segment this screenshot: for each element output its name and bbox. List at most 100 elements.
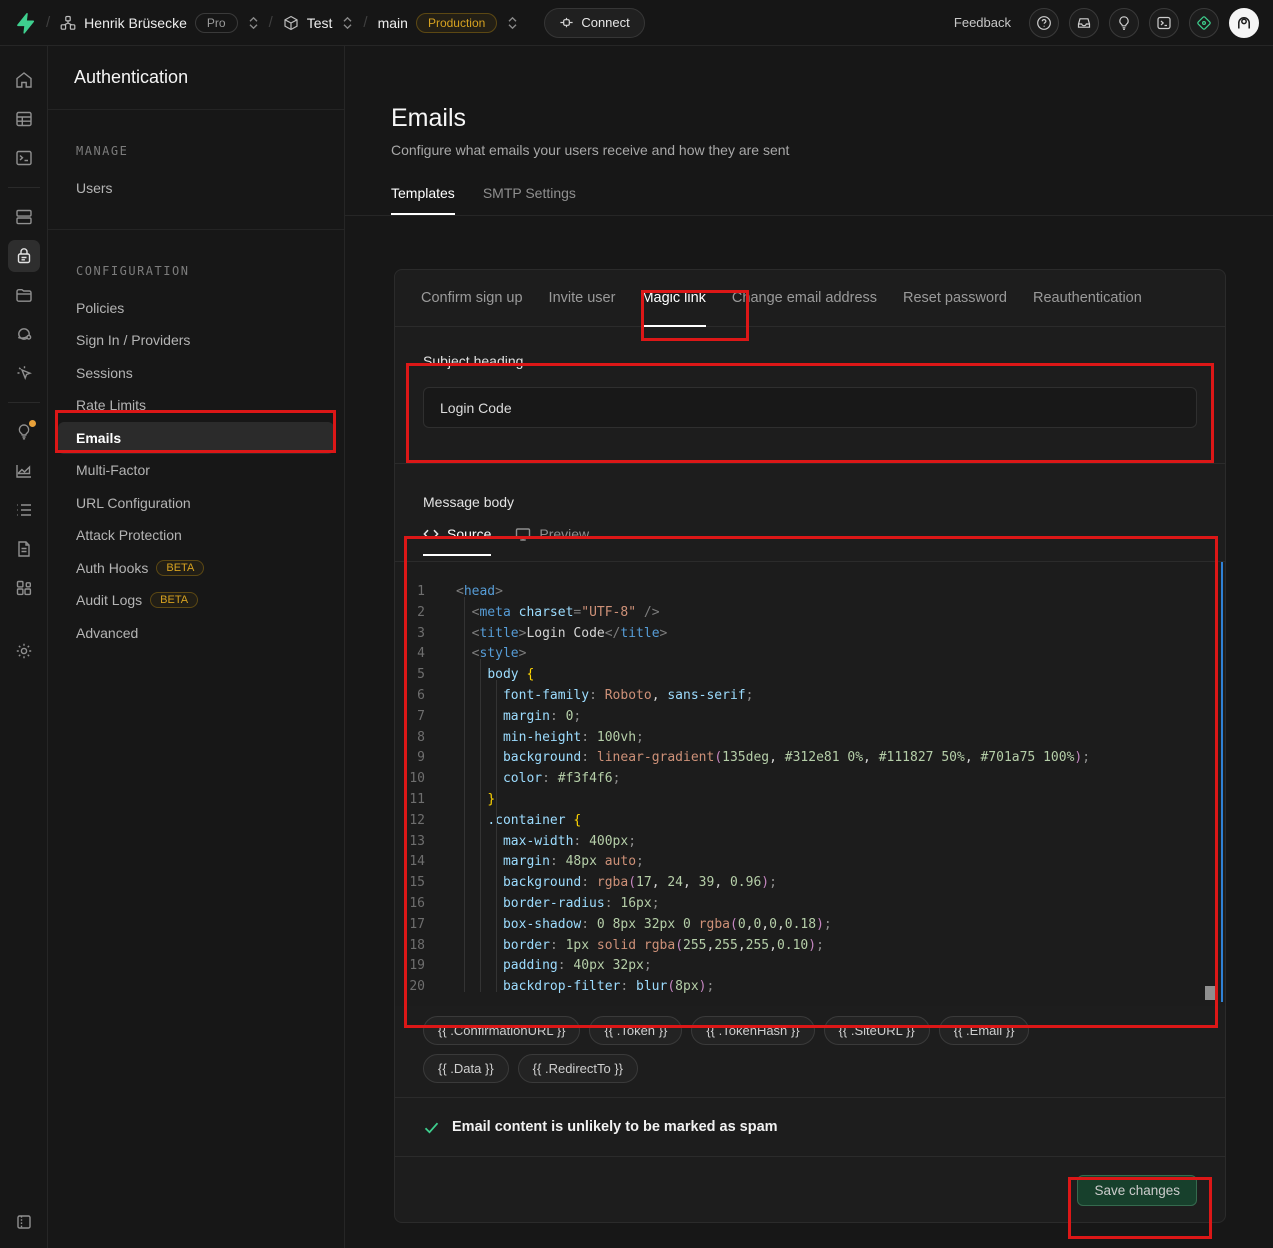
inbox-button[interactable]: [1069, 8, 1099, 38]
user-avatar[interactable]: [1229, 8, 1259, 38]
sidebar-item-advanced[interactable]: Advanced: [58, 617, 334, 650]
branch-switcher[interactable]: main Production: [378, 13, 519, 33]
sidebar-item-sessions[interactable]: Sessions: [58, 357, 334, 390]
connect-button[interactable]: Connect: [544, 8, 644, 38]
code-text: box-shadow: 0 8px 32px 0 rgba(0,0,0,0.18…: [439, 915, 832, 936]
code-line: 12 .container {: [395, 811, 1225, 832]
sidebar-item-policies[interactable]: Policies: [58, 292, 334, 325]
feedback-link[interactable]: Feedback: [954, 15, 1011, 30]
check-icon: [423, 1119, 440, 1136]
configuration-section-label: CONFIGURATION: [48, 264, 344, 278]
subject-heading-input[interactable]: [423, 387, 1197, 428]
database-icon[interactable]: [8, 201, 40, 233]
logs-icon[interactable]: [8, 494, 40, 526]
template-variable-chip[interactable]: {{ .RedirectTo }}: [518, 1054, 638, 1083]
storage-icon[interactable]: [8, 279, 40, 311]
tab-preview[interactable]: Preview: [515, 526, 589, 556]
edge-functions-icon[interactable]: [8, 318, 40, 350]
project-switcher[interactable]: Test: [283, 15, 354, 31]
line-number: 19: [395, 956, 439, 977]
code-line: 7 margin: 0;: [395, 707, 1225, 728]
realtime-icon[interactable]: [8, 357, 40, 389]
template-variable-chip[interactable]: {{ .SiteURL }}: [824, 1016, 930, 1045]
sidebar-item-auth-hooks[interactable]: Auth HooksBETA: [58, 552, 334, 585]
reports-icon[interactable]: [8, 455, 40, 487]
plug-icon: [559, 15, 574, 30]
supabase-logo-icon[interactable]: [14, 12, 36, 34]
code-line: 3 <title>Login Code</title>: [395, 624, 1225, 645]
sql-editor-icon[interactable]: [8, 142, 40, 174]
breadcrumb-separator: /: [46, 14, 50, 31]
subject-section: Subject heading: [395, 327, 1225, 464]
save-changes-button[interactable]: Save changes: [1077, 1175, 1197, 1206]
template-tab-change-email-address[interactable]: Change email address: [732, 271, 877, 327]
code-text: margin: 0;: [439, 707, 581, 728]
collapse-sidebar-icon[interactable]: [8, 1206, 40, 1238]
template-variable-chip[interactable]: {{ .Email }}: [939, 1016, 1030, 1045]
template-variable-chip[interactable]: {{ .ConfirmationURL }}: [423, 1016, 580, 1045]
advisors-icon[interactable]: [8, 416, 40, 448]
authentication-icon[interactable]: [8, 240, 40, 272]
template-tab-reset-password[interactable]: Reset password: [903, 271, 1007, 327]
integrations-icon[interactable]: [8, 572, 40, 604]
main-content: Emails Configure what emails your users …: [345, 46, 1273, 1248]
source-label: Source: [447, 526, 491, 542]
tab-templates[interactable]: Templates: [391, 185, 455, 215]
plan-badge: Pro: [195, 13, 238, 33]
sidebar-item-attack-protection[interactable]: Attack Protection: [58, 519, 334, 552]
line-number: 10: [395, 769, 439, 790]
merge-request-button[interactable]: [1189, 8, 1219, 38]
sidebar-item-url-configuration[interactable]: URL Configuration: [58, 487, 334, 520]
configuration-section: CONFIGURATION PoliciesSign In / Provider…: [48, 230, 344, 674]
template-tab-magic-link[interactable]: Magic link: [641, 271, 705, 327]
monitor-icon: [515, 527, 531, 542]
org-switcher[interactable]: Henrik Brüsecke Pro: [60, 13, 258, 33]
sidenav-title: Authentication: [48, 46, 344, 110]
top-bar: / Henrik Brüsecke Pro / Test / main Prod…: [0, 0, 1273, 46]
table-editor-icon[interactable]: [8, 103, 40, 135]
line-number: 1: [395, 582, 439, 603]
tab-smtp-settings[interactable]: SMTP Settings: [483, 185, 576, 215]
icon-rail: [0, 46, 48, 1248]
template-variable-chip[interactable]: {{ .TokenHash }}: [691, 1016, 814, 1045]
code-text: border-radius: 16px;: [439, 894, 660, 915]
editor-scrollbar-thumb[interactable]: [1205, 986, 1218, 1000]
code-line: 6 font-family: Roboto, sans-serif;: [395, 686, 1225, 707]
card-footer: Save changes: [395, 1157, 1225, 1223]
code-text: <title>Login Code</title>: [439, 624, 667, 645]
rail-divider: [8, 187, 40, 188]
code-line: 20 backdrop-filter: blur(8px);: [395, 977, 1225, 998]
help-button[interactable]: [1029, 8, 1059, 38]
code-text: max-width: 400px;: [439, 832, 636, 853]
code-line: 11 }: [395, 790, 1225, 811]
sidebar-item-sign-in-providers[interactable]: Sign In / Providers: [58, 324, 334, 357]
code-editor[interactable]: 1<head>2 <meta charset="UTF-8" />3 <titl…: [395, 562, 1225, 1006]
emails-tabs: Templates SMTP Settings: [345, 185, 1273, 216]
settings-icon[interactable]: [8, 635, 40, 667]
spam-check-text: Email content is unlikely to be marked a…: [452, 1119, 778, 1135]
line-number: 6: [395, 686, 439, 707]
home-icon[interactable]: [8, 64, 40, 96]
api-docs-icon[interactable]: [8, 533, 40, 565]
spam-check-row: Email content is unlikely to be marked a…: [395, 1098, 1225, 1157]
template-tab-reauthentication[interactable]: Reauthentication: [1033, 271, 1142, 327]
organization-icon: [60, 15, 76, 31]
hints-button[interactable]: [1109, 8, 1139, 38]
sidebar-item-audit-logs[interactable]: Audit LogsBETA: [58, 584, 334, 617]
template-variables: {{ .ConfirmationURL }} {{ .Token }} {{ .To…: [395, 1006, 1225, 1098]
nav-item-label: Advanced: [76, 625, 138, 641]
tab-source[interactable]: Source: [423, 526, 491, 556]
nav-item-label: Audit Logs: [76, 592, 142, 608]
terminal-button[interactable]: [1149, 8, 1179, 38]
sidebar-item-users[interactable]: Users: [58, 172, 334, 205]
sidebar-item-multi-factor[interactable]: Multi-Factor: [58, 454, 334, 487]
code-line: 2 <meta charset="UTF-8" />: [395, 603, 1225, 624]
line-number: 11: [395, 790, 439, 811]
template-tab-confirm-sign-up[interactable]: Confirm sign up: [421, 271, 523, 327]
template-tab-invite-user[interactable]: Invite user: [549, 271, 616, 327]
template-variable-chip[interactable]: {{ .Token }}: [589, 1016, 682, 1045]
chevron-updown-icon: [507, 16, 518, 30]
sidebar-item-emails[interactable]: Emails: [58, 422, 334, 455]
template-variable-chip[interactable]: {{ .Data }}: [423, 1054, 509, 1083]
sidebar-item-rate-limits[interactable]: Rate Limits: [58, 389, 334, 422]
